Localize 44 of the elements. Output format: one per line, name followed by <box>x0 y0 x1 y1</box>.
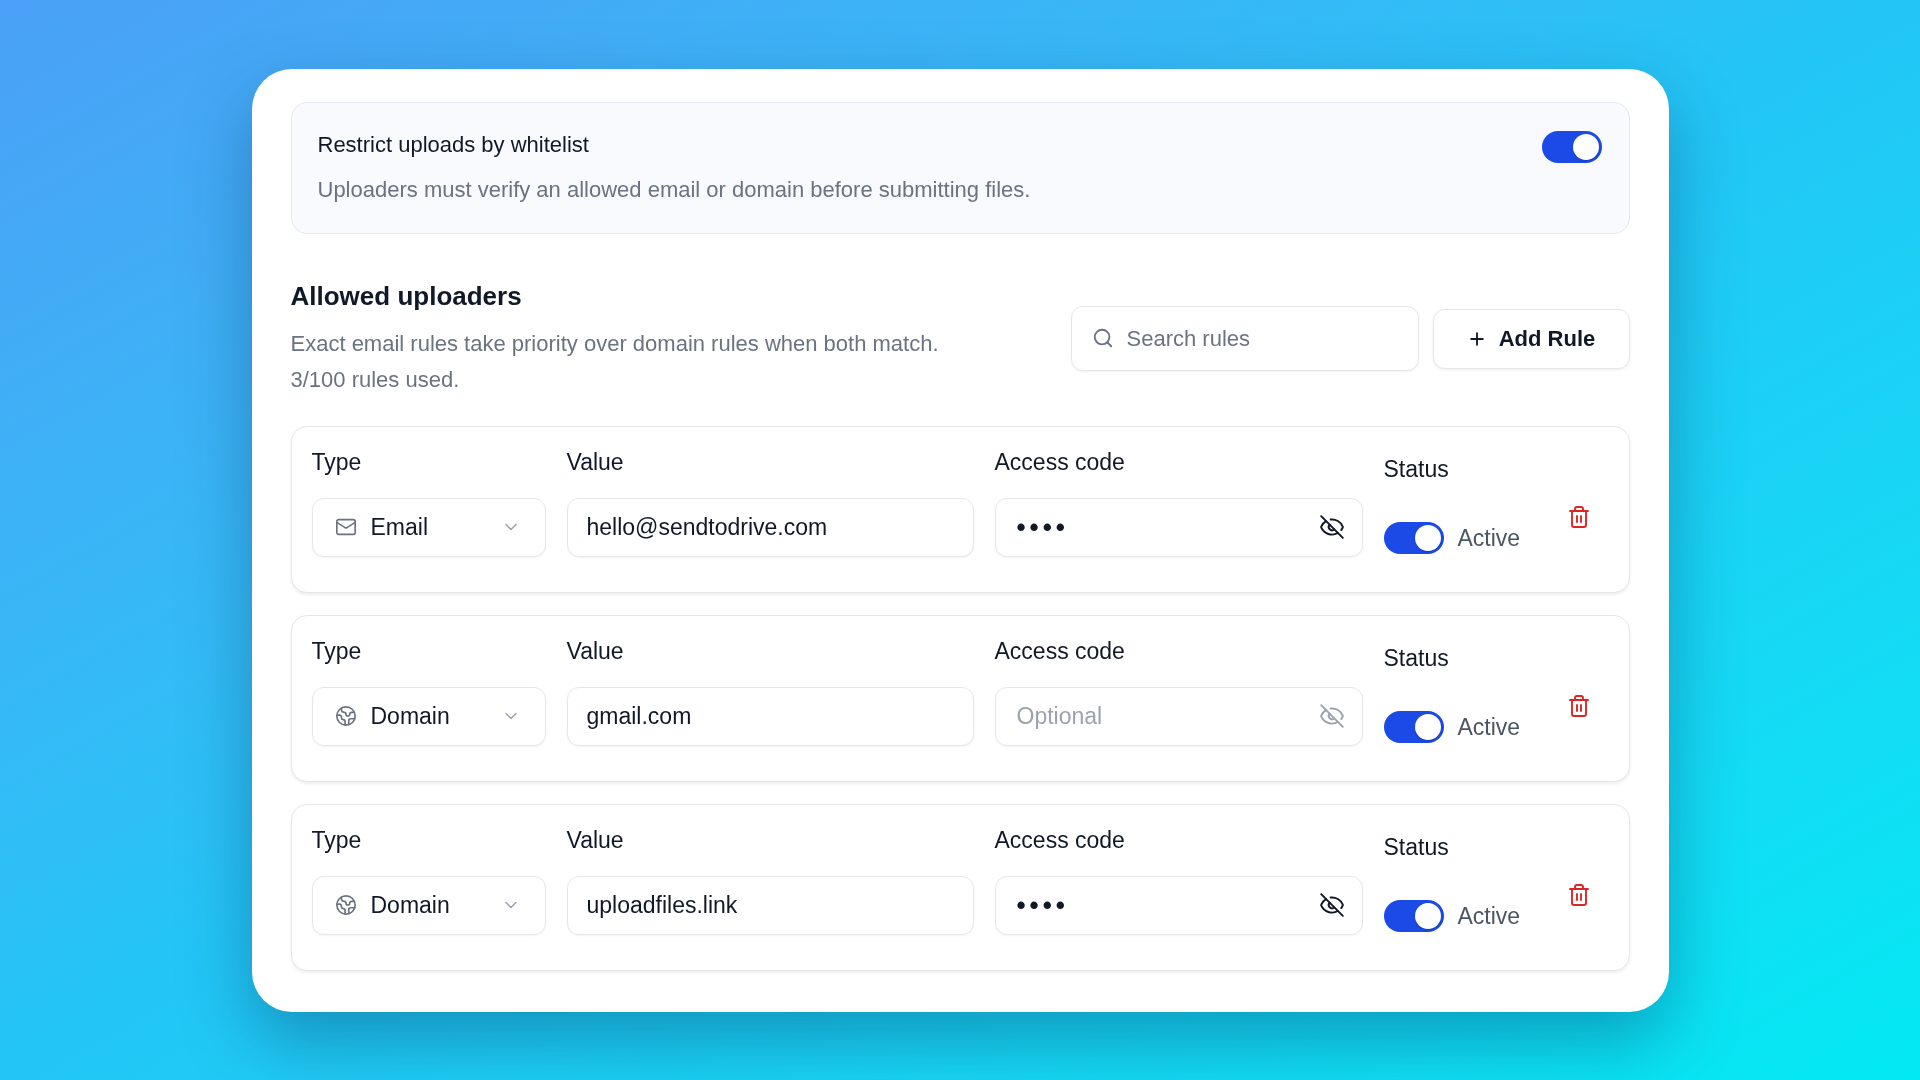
field-label: Type <box>311 636 363 665</box>
toggle-switch[interactable] <box>1541 130 1602 163</box>
field-label: Access code <box>994 447 1126 476</box>
value-field[interactable]: gmail.com <box>566 686 974 746</box>
eye-off-icon[interactable] <box>1318 513 1345 540</box>
value-field[interactable]: hello@sendtodrive.com <box>566 497 974 557</box>
search-field[interactable]: Search rules <box>1070 306 1419 371</box>
field-label: Value <box>566 636 625 665</box>
field-label: Value <box>566 447 625 476</box>
type-select[interactable]: Email <box>311 497 546 557</box>
value-field[interactable]: uploadfiles.link <box>566 875 974 935</box>
envelope-icon <box>334 516 357 538</box>
setting-title: Restrict uploads by whitelist <box>317 130 590 159</box>
access-code-field[interactable]: •••• <box>994 875 1363 935</box>
section-description: Exact email rules take priority over domain rules when both match. <box>290 329 939 358</box>
trash-icon[interactable] <box>1566 882 1591 907</box>
toggle-switch[interactable] <box>1383 710 1444 743</box>
toggle-switch[interactable] <box>1383 899 1444 932</box>
globe-icon <box>334 894 357 916</box>
access-code-field[interactable]: Optional <box>994 686 1363 746</box>
type-select[interactable]: Domain <box>311 686 546 746</box>
trash-icon[interactable] <box>1566 504 1591 529</box>
trash-icon[interactable] <box>1566 693 1591 718</box>
field-label: Status <box>1383 454 1450 483</box>
setting-description: Uploaders must verify an allowed email or domain before submitting files. <box>317 175 1031 204</box>
status-text: Active <box>1457 523 1521 552</box>
rules-usage-text: 3/100 rules used. <box>290 365 461 394</box>
field-label: Type <box>311 447 363 476</box>
status-text: Active <box>1457 712 1521 741</box>
field-label: Status <box>1383 643 1450 672</box>
add-rule-button[interactable]: Add Rule <box>1432 308 1630 369</box>
field-label: Value <box>566 825 625 854</box>
search-icon <box>1091 327 1114 349</box>
toggle-switch[interactable] <box>1383 521 1444 554</box>
access-code-field[interactable]: •••• <box>994 497 1363 557</box>
status-text: Active <box>1457 901 1521 930</box>
type-select[interactable]: Domain <box>311 875 546 935</box>
section-title: Allowed uploaders <box>290 279 523 312</box>
field-label: Access code <box>994 825 1126 854</box>
field-label: Access code <box>994 636 1126 665</box>
field-label: Type <box>311 825 363 854</box>
eye-off-icon[interactable] <box>1318 891 1345 918</box>
field-label: Status <box>1383 832 1450 861</box>
globe-icon <box>334 705 357 727</box>
